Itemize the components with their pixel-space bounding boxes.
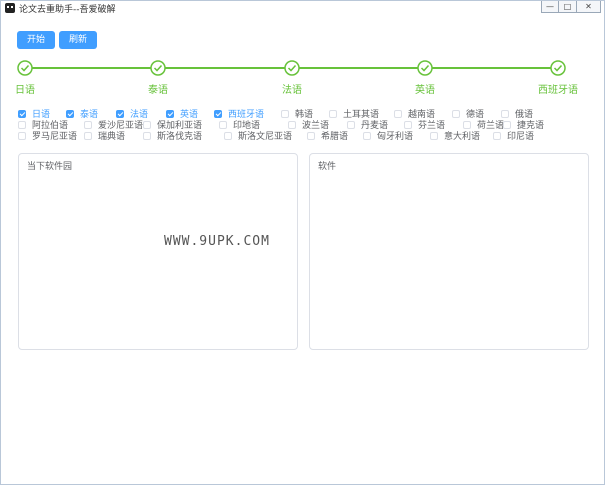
step-check-icon [284, 60, 300, 76]
checkbox-icon[interactable] [404, 120, 412, 129]
window-controls: — □ ✕ [541, 1, 601, 13]
language-checkbox[interactable]: 印尼语 [493, 129, 534, 142]
checkbox-icon[interactable] [363, 131, 371, 140]
checkbox-icon[interactable] [394, 109, 402, 118]
step-check-icon [150, 60, 166, 76]
checkbox-icon[interactable] [84, 120, 92, 129]
checkbox-icon[interactable] [430, 131, 438, 140]
title-bar: 论文去重助手--吾爱破解 — □ ✕ [1, 1, 604, 15]
step-label: 日语 [15, 85, 35, 96]
checkbox-icon[interactable] [18, 131, 26, 140]
language-checkbox[interactable]: 斯洛文尼亚语 [224, 129, 292, 142]
language-label: 匈牙利语 [377, 132, 414, 142]
step-check-icon [550, 60, 566, 76]
right-panel: 软件 [309, 153, 589, 350]
step-check-icon [417, 60, 433, 76]
step-label: 泰语 [148, 85, 168, 96]
checkbox-checked-icon[interactable] [18, 109, 26, 118]
right-panel-title: 软件 [318, 162, 337, 172]
language-row: 罗马尼亚语 瑞典语 斯洛伐克语 斯洛文尼亚语 希腊语 匈牙利语 意大利语 印尼语 [18, 129, 598, 142]
checkbox-icon[interactable] [307, 131, 315, 140]
language-checkbox[interactable]: 希腊语 [307, 129, 348, 142]
language-checkbox[interactable]: 意大利语 [430, 129, 480, 142]
checkbox-icon[interactable] [143, 131, 151, 140]
language-checkbox[interactable]: 匈牙利语 [363, 129, 413, 142]
checkbox-icon[interactable] [503, 120, 511, 129]
app-window: 论文去重助手--吾爱破解 — □ ✕ 开始 刷新 日语 泰语 法语 英语 西班牙语 日语… [0, 0, 605, 485]
checkbox-checked-icon[interactable] [66, 109, 74, 118]
left-panel: 当下软件园 [18, 153, 298, 350]
language-label: 瑞典语 [98, 132, 126, 142]
language-row: 日语 泰语 法语 英语 西班牙语 韩语 土耳其语 越南语 德语 俄语 [18, 107, 598, 120]
progress-steps: 日语 泰语 法语 英语 西班牙语 [1, 56, 604, 101]
close-button[interactable]: ✕ [577, 1, 601, 13]
maximize-button[interactable]: □ [559, 1, 577, 13]
language-checkbox[interactable]: 罗马尼亚语 [18, 129, 77, 142]
checkbox-icon[interactable] [143, 120, 151, 129]
checkbox-checked-icon[interactable] [214, 109, 222, 118]
checkbox-checked-icon[interactable] [166, 109, 174, 118]
checkbox-icon[interactable] [219, 120, 227, 129]
checkbox-icon[interactable] [493, 131, 501, 140]
step-label: 法语 [282, 85, 302, 96]
start-button[interactable]: 开始 [17, 31, 56, 49]
language-label: 印尼语 [507, 132, 535, 142]
language-label: 意大利语 [444, 132, 481, 142]
checkbox-icon[interactable] [463, 120, 471, 129]
language-checkbox[interactable]: 瑞典语 [84, 129, 125, 142]
checkbox-checked-icon[interactable] [116, 109, 124, 118]
language-label: 斯洛文尼亚语 [238, 132, 293, 142]
minimize-icon: — [546, 2, 554, 11]
checkbox-icon[interactable] [18, 120, 26, 129]
checkbox-icon[interactable] [84, 131, 92, 140]
checkbox-icon[interactable] [347, 120, 355, 129]
step-label: 英语 [415, 85, 435, 96]
left-panel-title: 当下软件园 [27, 162, 73, 172]
close-icon: ✕ [585, 2, 592, 11]
app-icon [5, 3, 15, 13]
step-label: 西班牙语 [538, 85, 578, 96]
window-title: 论文去重助手--吾爱破解 [19, 5, 116, 15]
checkbox-icon[interactable] [452, 109, 460, 118]
watermark: WWW.9UPK.COM [164, 234, 270, 249]
checkbox-icon[interactable] [281, 109, 289, 118]
language-label: 罗马尼亚语 [32, 132, 78, 142]
language-row: 阿拉伯语 爱沙尼亚语 保加利亚语 印地语 波兰语 丹麦语 芬兰语 荷兰语 捷克语 [18, 118, 598, 131]
minimize-button[interactable]: — [541, 1, 559, 13]
language-checkbox-group: 日语 泰语 法语 英语 西班牙语 韩语 土耳其语 越南语 德语 俄语 阿拉伯语 爱沙尼亚语 保加利亚语印… [18, 107, 598, 142]
steps-track [17, 60, 566, 76]
step-check-icon [17, 60, 33, 76]
language-label: 希腊语 [321, 132, 349, 142]
refresh-button[interactable]: 刷新 [59, 31, 98, 49]
language-checkbox[interactable]: 斯洛伐克语 [143, 129, 202, 142]
checkbox-icon[interactable] [501, 109, 509, 118]
checkbox-icon[interactable] [224, 131, 232, 140]
checkbox-icon[interactable] [288, 120, 296, 129]
checkbox-icon[interactable] [329, 109, 337, 118]
language-label: 斯洛伐克语 [157, 132, 203, 142]
maximize-icon: □ [563, 2, 572, 11]
